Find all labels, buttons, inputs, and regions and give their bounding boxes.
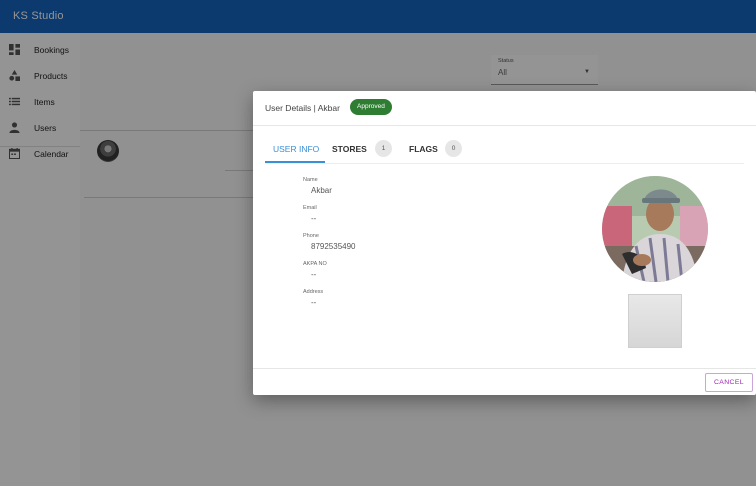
tab-stores[interactable]: STORES 1 — [331, 136, 401, 164]
field-value-address: -- — [311, 298, 317, 307]
field-value-name: Akbar — [311, 186, 332, 195]
tab-count-badge: 1 — [375, 140, 392, 157]
field-label-email: Email — [303, 205, 317, 211]
user-details-dialog: User Details | Akbar Approved USER INFO … — [253, 91, 756, 395]
tab-flags[interactable]: FLAGS 0 — [408, 136, 468, 164]
tab-label: FLAGS — [409, 144, 438, 154]
field-label-phone: Phone — [303, 233, 319, 239]
tab-label: USER INFO — [273, 144, 320, 154]
document-thumbnail[interactable] — [628, 294, 682, 348]
tab-user-info[interactable]: USER INFO — [265, 136, 325, 164]
status-badge: Approved — [350, 99, 392, 115]
tab-count-badge: 0 — [445, 140, 462, 157]
field-label-name: Name — [303, 177, 318, 183]
field-label-akpa-no: AKPA NO — [303, 261, 327, 267]
field-label-address: Address — [303, 289, 324, 295]
profile-photo — [602, 176, 708, 282]
dialog-title: User Details | Akbar — [265, 103, 340, 113]
dialog-header-divider — [253, 125, 756, 126]
cancel-button[interactable]: CANCEL — [705, 373, 753, 392]
tabs-divider — [265, 163, 744, 164]
field-value-phone: 8792535490 — [311, 242, 356, 251]
tab-label: STORES — [332, 144, 367, 154]
field-value-akpa-no: -- — [311, 270, 317, 279]
dialog-footer-divider — [253, 368, 756, 369]
field-value-email: -- — [311, 214, 317, 223]
